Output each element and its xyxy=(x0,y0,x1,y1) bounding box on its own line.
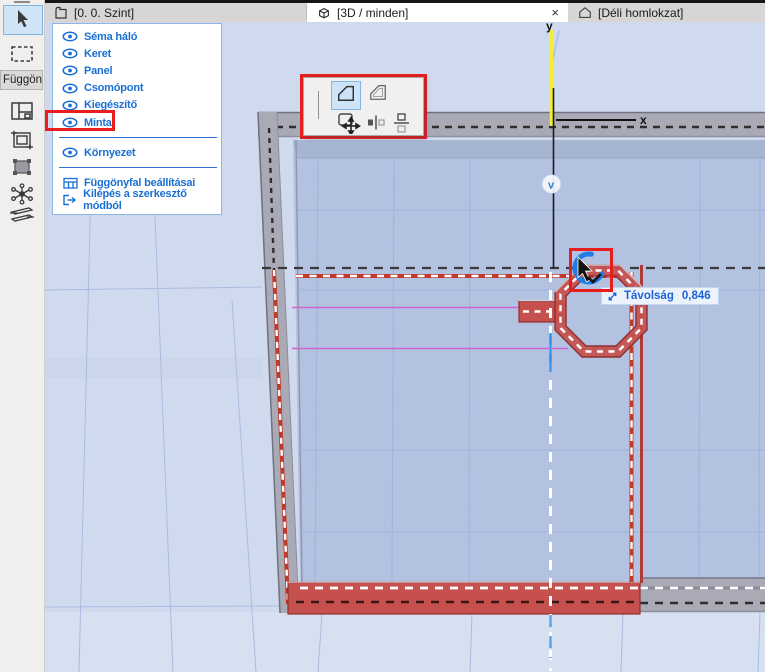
pet-option-move[interactable] xyxy=(336,112,362,139)
accessory-icon xyxy=(9,205,35,230)
diagonal-arrows-icon xyxy=(608,292,617,300)
frame-icon xyxy=(10,130,34,155)
menu-item-keret[interactable]: Keret xyxy=(53,45,221,62)
tab-3d-view[interactable]: [3D / minden] × xyxy=(307,3,568,22)
pet-palette xyxy=(300,74,427,139)
exit-icon xyxy=(61,194,78,206)
axis-x-label: x xyxy=(640,113,647,127)
pet-palette-panel xyxy=(303,77,424,136)
node-handle[interactable]: v xyxy=(542,174,561,194)
tab-label: [0. 0. Szint] xyxy=(74,5,135,20)
panel-icon xyxy=(10,157,34,182)
tab-label: [3D / minden] xyxy=(337,5,409,20)
bottom-frame-gray[interactable] xyxy=(640,577,765,613)
arrow-cursor-icon xyxy=(13,8,33,33)
move-icon xyxy=(337,112,362,139)
align-icon xyxy=(367,115,385,135)
story-icon xyxy=(54,6,68,20)
pet-option-panel-shape[interactable] xyxy=(331,81,361,110)
tab-close-icon[interactable]: × xyxy=(551,6,559,19)
tool-panel[interactable] xyxy=(3,155,41,183)
eye-icon xyxy=(61,48,79,59)
panel-shape-icon xyxy=(335,83,357,108)
pet-option-align[interactable] xyxy=(366,115,386,135)
distance-tooltip: Távolság 0,846 xyxy=(601,287,719,305)
cube-icon xyxy=(317,6,331,20)
tool-marquee[interactable] xyxy=(3,42,41,70)
menu-item-sema-halo[interactable]: Séma háló xyxy=(53,28,221,45)
scheme-grid-icon xyxy=(10,101,34,126)
palette-drag-handle[interactable] xyxy=(14,1,30,3)
tooltip-value: 0,846 xyxy=(681,290,711,302)
tool-arrow[interactable] xyxy=(3,5,43,35)
menu-separator xyxy=(59,137,217,139)
menu-item-panel[interactable]: Panel xyxy=(53,62,221,79)
distribute-icon xyxy=(393,112,410,138)
marquee-icon xyxy=(10,45,34,68)
tool-accessory[interactable] xyxy=(3,203,41,231)
pet-option-panel-shape-alt[interactable] xyxy=(365,82,391,107)
tab-bar: [0. 0. Szint] [3D / minden] × [Déli homl… xyxy=(44,0,765,22)
axis-y-label: y xyxy=(546,22,553,33)
tooltip-label: Távolság xyxy=(624,290,674,302)
settings-grid-icon xyxy=(61,177,79,189)
tab-elevation[interactable]: [Déli homlokzat] xyxy=(568,3,765,22)
panel-shape-alt-icon xyxy=(367,82,389,107)
annotation-box-minta xyxy=(45,110,115,131)
curtain-wall-facade[interactable] xyxy=(293,139,765,586)
menu-separator xyxy=(59,167,217,169)
menu-item-csomopont[interactable]: Csomópont xyxy=(53,80,221,97)
annotation-box-cursor xyxy=(569,248,613,292)
palette-drag-handle[interactable] xyxy=(318,91,319,119)
tool-palette: Függöny xyxy=(0,0,45,672)
bottom-frame-selected-red[interactable] xyxy=(287,581,641,615)
eye-icon xyxy=(61,83,79,94)
node-handle-label: v xyxy=(548,180,555,192)
pet-option-distribute[interactable] xyxy=(392,112,411,138)
tab-label: [Déli homlokzat] xyxy=(598,5,684,20)
tool-scheme-grid[interactable] xyxy=(3,99,41,127)
menu-item-kilepes[interactable]: Kilépés a szerkesztő módból xyxy=(53,188,221,212)
tool-frame[interactable] xyxy=(3,128,41,156)
eye-icon xyxy=(61,31,79,42)
eye-icon xyxy=(61,147,79,158)
tab-floor-plan[interactable]: [0. 0. Szint] xyxy=(44,3,307,22)
palette-caption[interactable]: Függöny xyxy=(0,70,43,90)
eye-icon xyxy=(61,65,79,76)
menu-item-kornyezet[interactable]: Környezet xyxy=(53,144,221,161)
elevation-icon xyxy=(578,6,592,20)
